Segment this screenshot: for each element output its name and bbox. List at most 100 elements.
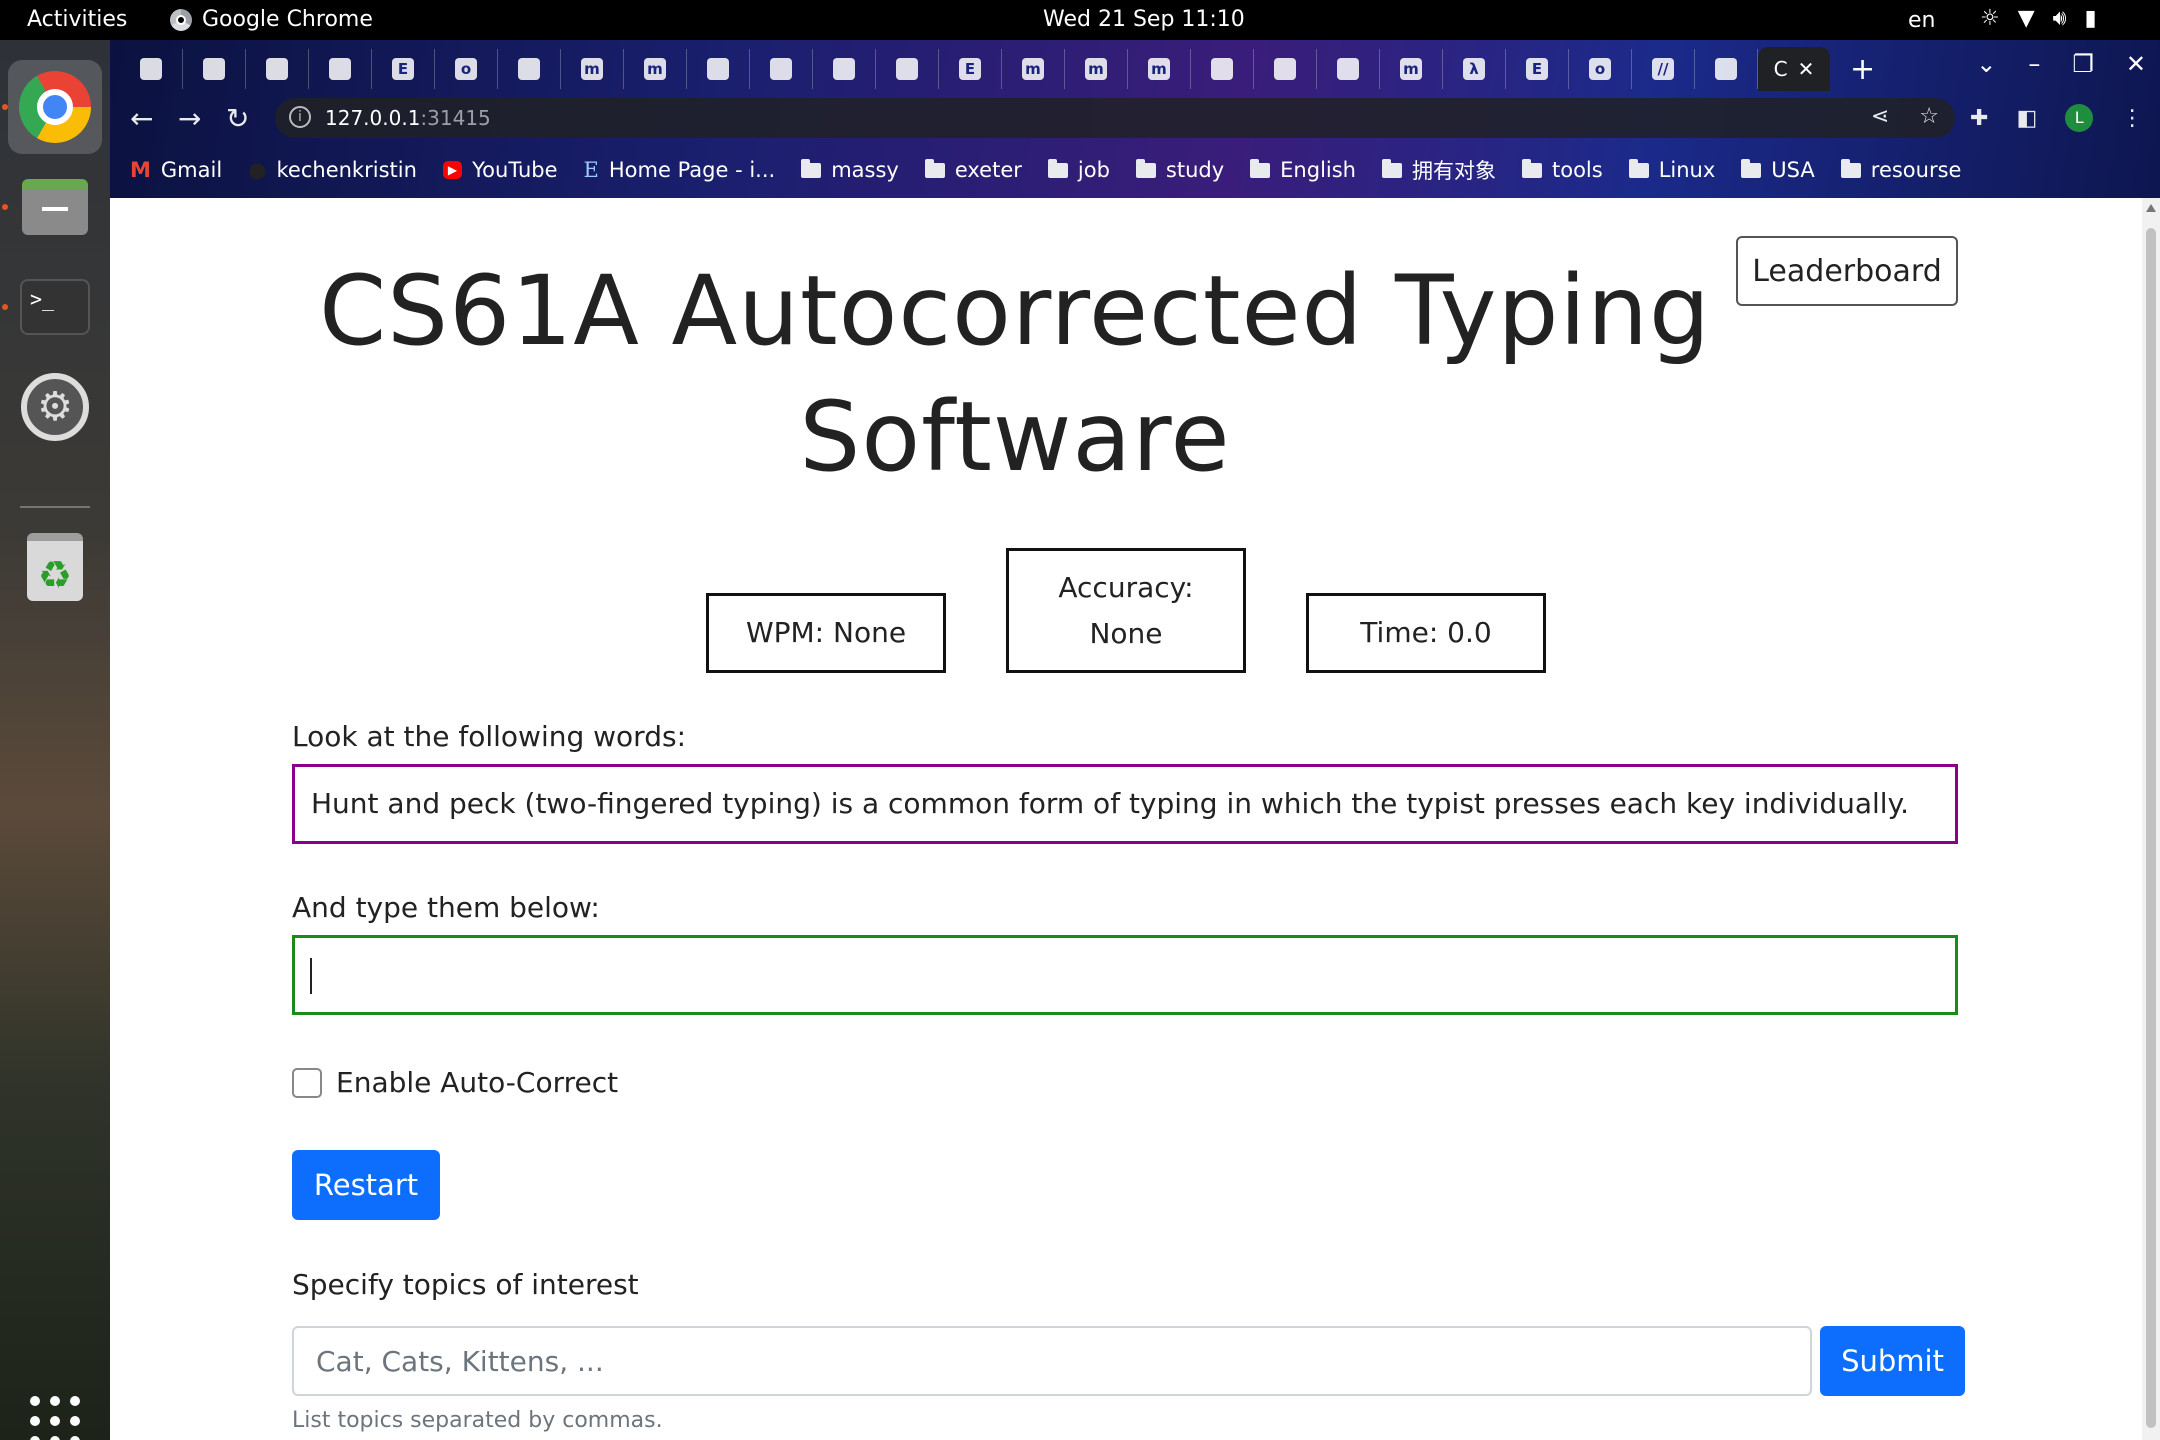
autocorrect-checkbox[interactable] bbox=[292, 1067, 322, 1098]
bookmark-item[interactable]: job bbox=[1047, 158, 1110, 182]
browser-tab[interactable] bbox=[687, 49, 750, 89]
back-icon[interactable]: ← bbox=[130, 102, 153, 135]
typing-input[interactable] bbox=[292, 935, 1958, 1015]
browser-tab[interactable]: E bbox=[939, 49, 1002, 89]
input-language[interactable]: en bbox=[1908, 8, 1935, 33]
page-scrollbar[interactable] bbox=[2142, 198, 2160, 1440]
scroll-up-icon[interactable] bbox=[2146, 204, 2156, 212]
menu-kebab-icon[interactable]: ⋮ bbox=[2121, 106, 2143, 131]
activities-button[interactable]: Activities bbox=[27, 7, 127, 32]
tab-search-icon[interactable]: ⌄ bbox=[1976, 50, 1996, 78]
forward-icon[interactable]: → bbox=[178, 102, 201, 135]
battery-icon: ▮ bbox=[2084, 6, 2097, 31]
bookmark-item[interactable]: exeter bbox=[924, 158, 1022, 182]
reload-icon[interactable]: ↻ bbox=[226, 102, 249, 135]
bookmark-item[interactable]: E Home Page - i... bbox=[584, 158, 776, 182]
app-menu[interactable]: Google Chrome bbox=[170, 7, 373, 32]
browser-tab[interactable] bbox=[120, 49, 183, 89]
url-text[interactable]: 127.0.0.1:31415 bbox=[325, 106, 491, 130]
profile-avatar[interactable]: L bbox=[2065, 104, 2094, 132]
maximize-icon[interactable]: ❐ bbox=[2072, 50, 2094, 78]
tab-favicon-icon bbox=[896, 58, 918, 80]
share-icon[interactable]: ⋖ bbox=[1871, 104, 1889, 129]
bookmark-label: 拥有对象 bbox=[1411, 159, 1496, 183]
bookmark-item[interactable]: ● kechenkristin bbox=[248, 158, 417, 182]
browser-tab[interactable]: m bbox=[1065, 49, 1128, 89]
system-tray[interactable]: ☼ ▼ 🔊︎ ▮ bbox=[1980, 6, 2097, 31]
dock-trash[interactable]: ♻ bbox=[8, 520, 102, 614]
close-window-icon[interactable]: ✕ bbox=[2126, 50, 2146, 78]
browser-tab[interactable]: m bbox=[1128, 49, 1191, 89]
bookmark-item[interactable]: 拥有对象 bbox=[1381, 155, 1496, 185]
bookmark-item[interactable]: massy bbox=[801, 158, 899, 182]
chrome-icon bbox=[170, 8, 192, 31]
topics-input[interactable] bbox=[292, 1326, 1812, 1396]
bookmark-item[interactable]: Linux bbox=[1628, 158, 1716, 182]
side-panel-icon[interactable]: ◧ bbox=[2016, 106, 2037, 131]
folder-icon bbox=[1135, 158, 1156, 178]
address-bar[interactable]: i 127.0.0.1:31415 ⋖ ☆ bbox=[275, 98, 1955, 138]
folder-icon bbox=[1047, 158, 1068, 178]
bookmark-item[interactable]: resourse bbox=[1840, 158, 1961, 182]
bookmark-label: Home Page - i... bbox=[608, 158, 776, 182]
browser-tab[interactable]: o bbox=[1569, 49, 1632, 89]
system-top-bar: Activities Google Chrome Wed 21 Sep 11:1… bbox=[0, 0, 2160, 40]
restart-button[interactable]: Restart bbox=[292, 1150, 440, 1220]
tab-favicon-icon: E bbox=[1526, 58, 1548, 80]
bookmark-item[interactable]: USA bbox=[1741, 158, 1815, 182]
bookmark-item[interactable]: study bbox=[1135, 158, 1224, 182]
clock[interactable]: Wed 21 Sep 11:10 bbox=[1043, 7, 1245, 32]
browser-tab[interactable] bbox=[1191, 49, 1254, 89]
browser-tab[interactable] bbox=[309, 49, 372, 89]
browser-tab[interactable]: // bbox=[1632, 49, 1695, 89]
browser-tab[interactable]: m bbox=[561, 49, 624, 89]
bookmark-item[interactable]: English bbox=[1250, 158, 1356, 182]
browser-tab[interactable] bbox=[813, 49, 876, 89]
bookmark-item[interactable]: M Gmail bbox=[130, 158, 222, 182]
tab-favicon-icon bbox=[203, 58, 225, 80]
browser-tab[interactable] bbox=[498, 49, 561, 89]
dock-files[interactable] bbox=[8, 160, 102, 254]
tab-favicon-icon: m bbox=[581, 58, 603, 80]
bookmark-item[interactable]: tools bbox=[1521, 158, 1603, 182]
bookmark-label: USA bbox=[1771, 158, 1815, 182]
extensions-puzzle-icon[interactable]: ✚ bbox=[1970, 106, 1988, 131]
close-tab-icon[interactable]: ✕ bbox=[1798, 57, 1815, 81]
browser-tab[interactable] bbox=[876, 49, 939, 89]
browser-tab[interactable]: λ bbox=[1443, 49, 1506, 89]
browser-tab[interactable] bbox=[246, 49, 309, 89]
dock-settings[interactable]: ⚙ bbox=[8, 360, 102, 454]
bookmark-item[interactable]: ▶ YouTube bbox=[442, 158, 558, 182]
bookmark-label: Linux bbox=[1658, 158, 1716, 182]
active-tab[interactable]: C ✕ bbox=[1758, 47, 1830, 91]
autocorrect-toggle[interactable]: Enable Auto-Correct bbox=[292, 1066, 618, 1099]
dock-chrome[interactable] bbox=[8, 60, 102, 154]
bookmark-star-icon[interactable]: ☆ bbox=[1919, 104, 1939, 129]
input-label: And type them below: bbox=[292, 891, 600, 924]
browser-tab[interactable] bbox=[1695, 49, 1758, 89]
browser-tab[interactable] bbox=[1317, 49, 1380, 89]
folder-icon bbox=[1381, 158, 1402, 178]
autocorrect-label[interactable]: Enable Auto-Correct bbox=[336, 1066, 618, 1099]
browser-tab[interactable]: m bbox=[624, 49, 687, 89]
browser-tab[interactable] bbox=[183, 49, 246, 89]
topics-label: Specify topics of interest bbox=[292, 1268, 639, 1301]
browser-tab[interactable]: E bbox=[1506, 49, 1569, 89]
browser-tab[interactable] bbox=[750, 49, 813, 89]
browser-tab[interactable]: E bbox=[372, 49, 435, 89]
browser-tab[interactable]: m bbox=[1380, 49, 1443, 89]
browser-tab[interactable] bbox=[1254, 49, 1317, 89]
minimize-icon[interactable]: – bbox=[2028, 50, 2040, 78]
scrollbar-thumb[interactable] bbox=[2146, 228, 2156, 1428]
submit-button[interactable]: Submit bbox=[1820, 1326, 1965, 1396]
show-applications-icon[interactable] bbox=[30, 1396, 80, 1440]
tab-favicon-icon: // bbox=[1652, 58, 1674, 80]
dock-terminal[interactable]: >_ bbox=[8, 260, 102, 354]
site-info-icon[interactable]: i bbox=[289, 106, 311, 128]
leaderboard-button[interactable]: Leaderboard bbox=[1736, 236, 1958, 306]
tab-favicon-icon: m bbox=[1085, 58, 1107, 80]
browser-tab[interactable]: m bbox=[1002, 49, 1065, 89]
tab-favicon-icon bbox=[1337, 58, 1359, 80]
new-tab-icon[interactable]: + bbox=[1850, 52, 1875, 87]
browser-tab[interactable]: o bbox=[435, 49, 498, 89]
